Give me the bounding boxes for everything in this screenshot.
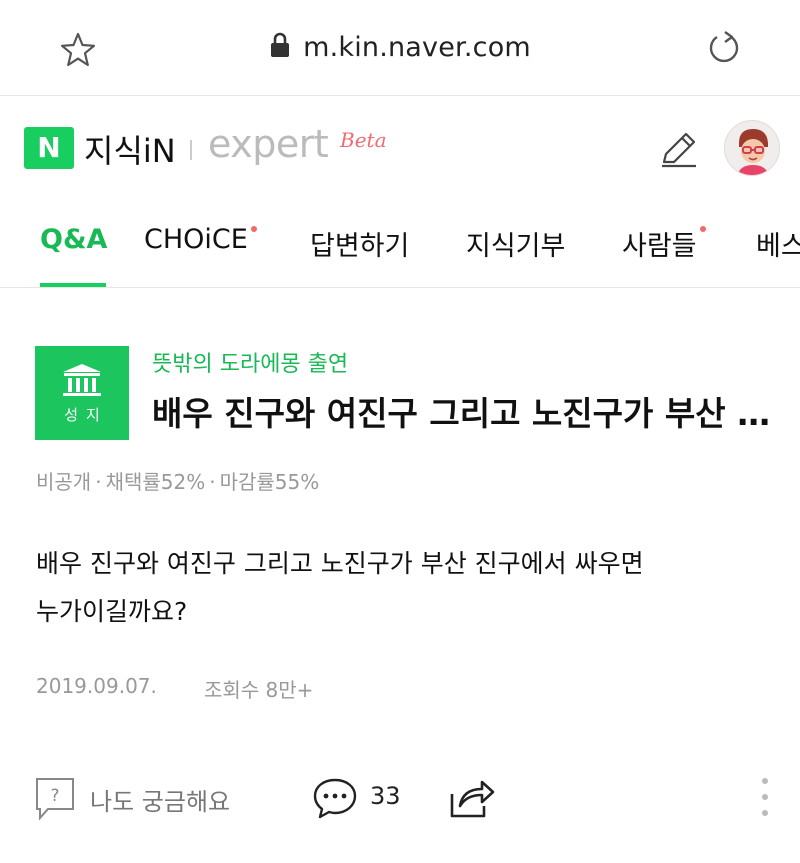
- nav-tabs: Q&A CHOiCE 답변하기 지식기부 사람들 베스: [0, 206, 800, 288]
- adoption-rate: 채택률52%: [105, 470, 206, 494]
- logo-letter: N: [37, 131, 61, 164]
- tab-label: 사람들: [622, 231, 697, 262]
- tab-people[interactable]: 사람들: [622, 224, 706, 263]
- avatar-illustration: [737, 129, 769, 175]
- tab-qna[interactable]: Q&A: [40, 224, 107, 255]
- lock-icon: [271, 32, 290, 57]
- question-meta: 비공개 · 채택률52% · 마감률55%: [36, 466, 319, 495]
- tab-choice[interactable]: CHOiCE: [144, 224, 257, 255]
- more-dot: [762, 778, 768, 784]
- more-dot: [762, 810, 768, 816]
- more-icon[interactable]: [758, 778, 772, 822]
- visibility-text: 비공개: [36, 470, 92, 494]
- question-title: 배우 진구와 여진구 그리고 노진구가 부산 진구에서 싸우면 누가이길까요?: [152, 394, 777, 433]
- tab-label: 답변하기: [310, 231, 410, 262]
- question-date: 2019.09.07.: [36, 674, 157, 698]
- tab-donate[interactable]: 지식기부: [466, 224, 565, 263]
- url-text: m.kin.naver.com: [303, 32, 531, 63]
- meta-separator: ·: [95, 470, 102, 494]
- body-line: 배우 진구와 여진구 그리고 노진구가 부산 진구에서 싸우면: [36, 549, 644, 578]
- temple-icon: [63, 364, 101, 396]
- tab-label: Q&A: [40, 224, 108, 255]
- meta-separator: ·: [209, 470, 216, 494]
- brand-name[interactable]: 지식iN: [84, 126, 176, 172]
- close-rate: 마감률55%: [219, 470, 320, 494]
- tab-label: CHOiCE: [144, 224, 248, 255]
- browser-url-bar: m.kin.naver.com: [0, 0, 800, 96]
- app-header: N 지식iN expert Beta: [0, 96, 800, 206]
- share-icon[interactable]: [448, 776, 496, 820]
- notification-dot: [250, 226, 257, 232]
- tab-answer[interactable]: 답변하기: [310, 224, 409, 263]
- beta-label: Beta: [340, 128, 387, 152]
- more-dot: [762, 794, 768, 800]
- comment-count[interactable]: 33: [370, 782, 401, 810]
- expert-logo[interactable]: expert: [208, 122, 329, 166]
- brand-divider: [190, 140, 192, 160]
- avatar[interactable]: [724, 120, 780, 176]
- action-bar: ? 나도 궁금해요 33: [0, 770, 800, 830]
- view-count: 조회수 8만+: [204, 678, 314, 702]
- notification-dot: [699, 226, 706, 232]
- badge-label: 성지: [64, 406, 108, 424]
- curious-button[interactable]: 나도 궁금해요: [90, 782, 230, 817]
- comment-icon[interactable]: [312, 776, 358, 820]
- pen-icon[interactable]: [656, 128, 700, 172]
- svg-text:?: ?: [50, 786, 59, 806]
- naver-logo[interactable]: N: [24, 127, 74, 169]
- tab-best[interactable]: 베스: [756, 224, 800, 263]
- active-tab-indicator: [40, 283, 106, 287]
- url-field[interactable]: m.kin.naver.com: [0, 32, 800, 63]
- question-category[interactable]: 뜻밖의 도라에몽 출연: [152, 346, 348, 378]
- question-body: 배우 진구와 여진구 그리고 노진구가 부산 진구에서 싸우면 누가이길까요?: [36, 540, 776, 636]
- tab-label: 베스: [756, 231, 800, 262]
- tab-label: 지식기부: [466, 231, 566, 262]
- question-icon[interactable]: ?: [34, 776, 76, 822]
- body-line: 누가이길까요?: [36, 597, 188, 626]
- sacred-badge: 성지: [35, 346, 129, 440]
- reload-icon[interactable]: [704, 28, 744, 68]
